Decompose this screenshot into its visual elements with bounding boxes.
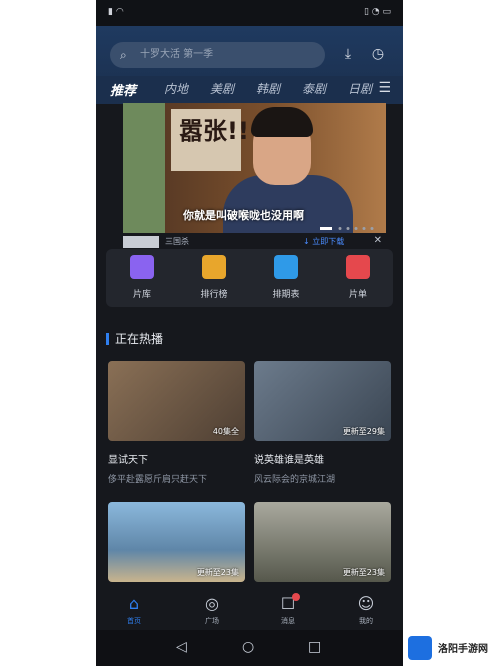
back-icon[interactable]: ◁ bbox=[176, 639, 187, 655]
ad-thumbnail bbox=[123, 236, 159, 248]
ad-name: 三国杀 bbox=[165, 237, 189, 246]
menu-label: 排期表 bbox=[272, 290, 300, 300]
category-tabs: 推荐 内地 美剧 韩剧 泰剧 日剧 ☰ bbox=[96, 76, 403, 102]
banner-subtitle: 你就是叫破喉咙也没用啊 bbox=[183, 209, 304, 222]
library-icon bbox=[130, 255, 154, 279]
search-input[interactable]: ⌕ 十罗大活 第一季 bbox=[110, 42, 325, 68]
tab-japanese[interactable]: 日剧 bbox=[348, 80, 372, 97]
nav-home[interactable]: ⌂ 首页 bbox=[114, 595, 154, 626]
tab-us[interactable]: 美剧 bbox=[210, 80, 234, 97]
show-description: 侈平赴露愿斤肩只赶天下 bbox=[108, 475, 208, 485]
history-icon[interactable]: ◷ bbox=[368, 44, 388, 64]
profile-icon: ☺ bbox=[357, 594, 375, 613]
tab-korean[interactable]: 韩剧 bbox=[256, 80, 280, 97]
watermark-logo-icon bbox=[408, 636, 432, 660]
section-title: 正在热播 bbox=[106, 330, 163, 347]
menu-item-ranking[interactable]: 排行榜 bbox=[184, 255, 244, 300]
show-poster: 更新至23集 bbox=[108, 502, 245, 582]
search-placeholder: 十罗大活 第一季 bbox=[140, 49, 214, 60]
hero-banner[interactable]: 嚣张!! 你就是叫破喉咙也没用啊 bbox=[123, 103, 386, 233]
tab-mainland[interactable]: 内地 bbox=[164, 80, 188, 97]
tab-recommend[interactable]: 推荐 bbox=[110, 80, 136, 99]
watermark-text: 洛阳手游网 bbox=[438, 644, 488, 655]
ad-download-link[interactable]: ↓ 立即下载 bbox=[303, 236, 344, 247]
show-description: 风云际会的京城江湖 bbox=[254, 475, 336, 485]
show-card[interactable]: 40集全 显试天下 侈平赴露愿斤肩只赶天下 bbox=[108, 361, 245, 485]
nav-label: 首页 bbox=[127, 617, 141, 625]
playlist-icon bbox=[346, 255, 370, 279]
section-accent bbox=[106, 333, 109, 345]
recents-icon[interactable]: □ bbox=[308, 639, 321, 655]
download-icon[interactable]: ⤓ bbox=[338, 44, 358, 64]
status-bar: ▮ ◠ ▯ ◔ ▭ bbox=[96, 0, 403, 26]
close-icon[interactable]: ✕ bbox=[374, 235, 382, 246]
menu-item-playlist[interactable]: 片单 bbox=[328, 255, 388, 300]
watermark: 洛阳手游网 bbox=[408, 634, 498, 664]
home-button-icon[interactable]: ○ bbox=[242, 639, 254, 655]
search-icon: ⌕ bbox=[120, 48, 127, 62]
ad-bar[interactable]: 三国杀 ↓ 立即下载 ✕ bbox=[123, 234, 386, 250]
banner-person-hair bbox=[251, 107, 313, 137]
calendar-icon bbox=[274, 255, 298, 279]
episode-badge: 更新至29集 bbox=[342, 427, 385, 436]
nav-label: 我的 bbox=[359, 617, 373, 625]
section-title-text: 正在热播 bbox=[115, 332, 164, 346]
menu-item-library[interactable]: 片库 bbox=[112, 255, 172, 300]
show-card[interactable]: 更新至29集 说英雄谁是英雄 风云际会的京城江湖 bbox=[254, 361, 391, 485]
phone-screen: ▮ ◠ ▯ ◔ ▭ ⌕ 十罗大活 第一季 ⤓ ◷ 推荐 内地 美剧 韩剧 泰剧 … bbox=[96, 0, 403, 666]
quick-menu: 片库 排行榜 排期表 片单 bbox=[106, 249, 393, 307]
bottom-navigation: ⌂ 首页 ◎ 广场 ☐ 消息 ☺ 我的 bbox=[96, 585, 403, 630]
show-title: 说英雄谁是英雄 bbox=[254, 455, 324, 466]
menu-item-schedule[interactable]: 排期表 bbox=[256, 255, 316, 300]
system-navigation: ◁ ○ □ bbox=[96, 630, 403, 666]
episode-badge: 更新至23集 bbox=[196, 568, 239, 577]
menu-label: 片库 bbox=[132, 290, 151, 300]
message-icon: ☐ bbox=[280, 594, 296, 613]
episode-badge: 40集全 bbox=[212, 427, 239, 436]
ranking-icon bbox=[202, 255, 226, 279]
nav-profile[interactable]: ☺ 我的 bbox=[346, 595, 386, 626]
ad-download-label: 立即下载 bbox=[312, 237, 345, 246]
show-poster: 40集全 bbox=[108, 361, 245, 441]
banner-pagination bbox=[320, 227, 374, 230]
banner-poster-text: 嚣张!! bbox=[179, 117, 249, 145]
tab-thai[interactable]: 泰剧 bbox=[302, 80, 326, 97]
home-icon: ⌂ bbox=[128, 594, 140, 613]
signal-icon: ▮ ◠ bbox=[108, 7, 124, 17]
show-poster: 更新至23集 bbox=[254, 502, 391, 582]
episode-badge: 更新至23集 bbox=[342, 568, 385, 577]
show-card[interactable]: 更新至23集 bbox=[254, 502, 391, 582]
show-card[interactable]: 更新至23集 bbox=[108, 502, 245, 582]
menu-label: 片单 bbox=[348, 290, 367, 300]
nav-discover[interactable]: ◎ 广场 bbox=[192, 595, 232, 626]
nav-label: 消息 bbox=[281, 617, 295, 625]
menu-icon[interactable]: ☰ bbox=[378, 80, 391, 96]
download-arrow-icon: ↓ bbox=[303, 237, 313, 246]
notification-dot bbox=[292, 593, 300, 601]
discover-icon: ◎ bbox=[205, 594, 219, 613]
show-poster: 更新至29集 bbox=[254, 361, 391, 441]
menu-label: 排行榜 bbox=[200, 290, 228, 300]
battery-icon: ▯ ◔ ▭ bbox=[363, 7, 391, 17]
nav-label: 广场 bbox=[205, 617, 219, 625]
show-title: 显试天下 bbox=[108, 455, 148, 466]
nav-messages[interactable]: ☐ 消息 bbox=[268, 593, 308, 626]
